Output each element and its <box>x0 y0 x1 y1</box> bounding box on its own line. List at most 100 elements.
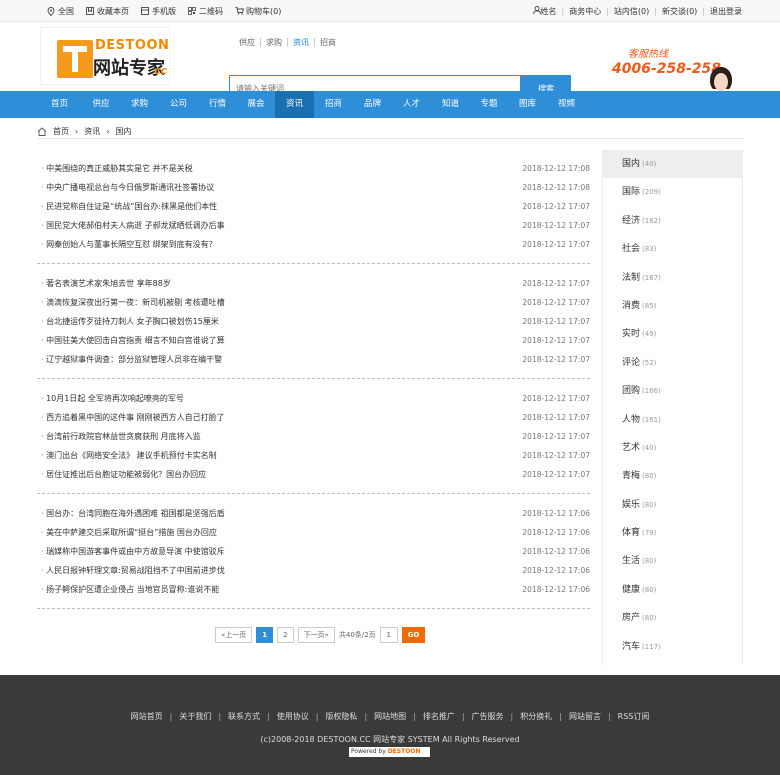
footer-link[interactable]: 版权隐私 <box>325 712 357 721</box>
nav-company[interactable]: 公司 <box>159 91 198 118</box>
nav-supply[interactable]: 供应 <box>82 91 120 118</box>
go-button[interactable]: GO <box>401 627 426 643</box>
news-title-link[interactable]: 人民日报钟轩理文章:贸易战阻挡不了中国前进步伐 <box>41 565 225 576</box>
nav-buy[interactable]: 求购 <box>120 91 159 118</box>
footer-link[interactable]: 网站首页 <box>131 712 163 721</box>
news-title-link[interactable]: 居住证推出后台胞证功能被弱化？国台办回应 <box>41 469 206 480</box>
news-title-link[interactable]: 国民党大佬郝伯村夫人病逝 子郝龙斌晒低调办后事 <box>41 220 225 231</box>
nav-know[interactable]: 知道 <box>431 91 470 118</box>
sidebar-item[interactable]: 生活 (80) <box>603 547 742 575</box>
sidebar-item[interactable]: 实时 (49) <box>603 320 742 348</box>
footer-link[interactable]: 积分换礼 <box>520 712 552 721</box>
list-item[interactable]: 台湾前行政院官林益世贪腐获刑 月底将入监 2018-12-12 17:07 <box>37 427 590 446</box>
news-title-link[interactable]: 美在中萨建交后采取所谓“挺台”措施 国台办回应 <box>41 527 217 538</box>
sidebar-item[interactable]: 国内 (40) <box>603 150 742 179</box>
news-title-link[interactable]: 中美围绕的真正威胁其实是它 并不是关税 <box>41 163 193 174</box>
news-title-link[interactable]: 西方追着黑中国的这件事 刚刚被西方人自己打脸了 <box>41 412 225 423</box>
sidebar-item[interactable]: 团购 (166) <box>603 377 742 405</box>
mobile-link[interactable]: 手机版 <box>141 6 176 17</box>
page-1-button[interactable]: 1 <box>256 627 274 643</box>
list-item[interactable]: 网秦创始人与董事长隔空互怼 绑架到底有没有？ 2018-12-12 17:07 <box>37 235 590 254</box>
inbox-link[interactable]: 站内信(0) <box>614 6 649 17</box>
nav-special[interactable]: 专题 <box>470 91 508 118</box>
list-item[interactable]: 国民党大佬郝伯村夫人病逝 子郝龙斌晒低调办后事 2018-12-12 17:07 <box>37 216 590 235</box>
list-item[interactable]: 瑞媒称中国游客事件或由中方故意导演 中使馆驳斥 2018-12-12 17:06 <box>37 542 590 561</box>
breadcrumb-home[interactable]: 首页 <box>53 126 69 137</box>
sidebar-item[interactable]: 健康 (80) <box>603 576 742 604</box>
nav-brand[interactable]: 品牌 <box>353 91 392 118</box>
search-tab-invest[interactable]: 招商 <box>315 38 341 47</box>
nav-home[interactable]: 首页 <box>37 91 82 118</box>
sidebar-item[interactable]: 艺术 (40) <box>603 434 742 462</box>
sidebar-item[interactable]: 国际 (209) <box>603 178 742 206</box>
next-page-button[interactable]: 下一页» <box>297 627 335 643</box>
list-item[interactable]: 居住证推出后台胞证功能被弱化？国台办回应 2018-12-12 17:07 <box>37 465 590 484</box>
breadcrumb-current[interactable]: 国内 <box>115 126 131 137</box>
bookmark-link[interactable]: 收藏本页 <box>86 6 129 17</box>
nav-photo[interactable]: 图库 <box>508 91 547 118</box>
list-item[interactable]: 人民日报钟轩理文章:贸易战阻挡不了中国前进步伐 2018-12-12 17:06 <box>37 561 590 580</box>
news-title-link[interactable]: 中国驻美大使回击白宫指责 细言不知白宫谁说了算 <box>41 335 225 346</box>
sidebar-item[interactable]: 消费 (85) <box>603 292 742 320</box>
sidebar-item[interactable]: 房产 (80) <box>603 604 742 632</box>
list-item[interactable]: 滴滴恢复深夜出行第一夜：新司机被剔 考核遭吐槽 2018-12-12 17:07 <box>37 293 590 312</box>
list-item[interactable]: 扬子鳄保护区遭企业侵占 当地官员冒称:谁说不能 2018-12-12 17:06 <box>37 580 590 599</box>
prev-page-button[interactable]: «上一页 <box>215 627 253 643</box>
list-item[interactable]: 中央广播电视总台与今日俄罗斯通讯社签署协议 2018-12-12 17:08 <box>37 178 590 197</box>
list-item[interactable]: 澳门出台《网络安全法》 建议手机预付卡实名制 2018-12-12 17:07 <box>37 446 590 465</box>
footer-link[interactable]: 网站留言 <box>569 712 601 721</box>
nav-jobs[interactable]: 人才 <box>392 91 431 118</box>
nav-expo[interactable]: 展会 <box>237 91 275 118</box>
search-tab-news[interactable]: 资讯 <box>288 38 315 47</box>
news-title-link[interactable]: 国台办：台湾同胞在海外遇困难 祖国都是坚强后盾 <box>41 508 225 519</box>
sidebar-item[interactable]: 人物 (161) <box>603 406 742 434</box>
sidebar-item[interactable]: 经济 (162) <box>603 207 742 235</box>
news-title-link[interactable]: 扬子鳄保护区遭企业侵占 当地官员冒称:谁说不能 <box>41 584 219 595</box>
search-tab-buy[interactable]: 求购 <box>261 38 288 47</box>
sidebar-item[interactable]: 娱乐 (80) <box>603 491 742 519</box>
chat-link[interactable]: 新交谈(0) <box>662 6 697 17</box>
sidebar-item[interactable]: 社会 (83) <box>603 235 742 263</box>
list-item[interactable]: 辽宁越狱事件调查：部分监狱管理人员非在编干警 2018-12-12 17:07 <box>37 350 590 369</box>
news-title-link[interactable]: 辽宁越狱事件调查：部分监狱管理人员非在编干警 <box>41 354 222 365</box>
news-title-link[interactable]: 澳门出台《网络安全法》 建议手机预付卡实名制 <box>41 450 217 461</box>
list-item[interactable]: 美在中萨建交后采取所谓“挺台”措施 国台办回应 2018-12-12 17:06 <box>37 523 590 542</box>
list-item[interactable]: 著名表演艺术家朱旭去世 享年88岁 2018-12-12 17:07 <box>37 274 590 293</box>
list-item[interactable]: 民进党称自住证是“统战”国台办:抹黑是他们本性 2018-12-12 17:07 <box>37 197 590 216</box>
news-title-link[interactable]: 瑞媒称中国游客事件或由中方故意导演 中使馆驳斥 <box>41 546 225 557</box>
sidebar-item[interactable]: 青梅 (80) <box>603 462 742 490</box>
breadcrumb-news[interactable]: 资讯 <box>84 126 100 137</box>
footer-link[interactable]: 网站地图 <box>374 712 406 721</box>
footer-link[interactable]: 使用协议 <box>277 712 309 721</box>
page-jump-input[interactable]: 1 <box>379 627 398 643</box>
footer-link[interactable]: 广告服务 <box>472 712 504 721</box>
list-item[interactable]: 国台办：台湾同胞在海外遇困难 祖国都是坚强后盾 2018-12-12 17:06 <box>37 504 590 523</box>
news-title-link[interactable]: 台北捷运传歹徒持刀刺人 女子胸口被划伤15厘米 <box>41 316 219 327</box>
sidebar-item[interactable]: 评论 (52) <box>603 349 742 377</box>
news-title-link[interactable]: 著名表演艺术家朱旭去世 享年88岁 <box>41 278 171 289</box>
business-center-link[interactable]: 商务中心 <box>569 6 601 17</box>
logout-link[interactable]: 退出登录 <box>710 6 742 17</box>
nav-news[interactable]: 资讯 <box>275 91 314 118</box>
news-title-link[interactable]: 网秦创始人与董事长隔空互怼 绑架到底有没有？ <box>41 239 217 250</box>
list-item[interactable]: 中美围绕的真正威胁其实是它 并不是关税 2018-12-12 17:08 <box>37 159 590 178</box>
news-title-link[interactable]: 民进党称自住证是“统战”国台办:抹黑是他们本性 <box>41 201 217 212</box>
page-2-button[interactable]: 2 <box>277 627 294 643</box>
nav-market[interactable]: 行情 <box>198 91 237 118</box>
username-link[interactable]: 姓名 <box>541 6 557 17</box>
footer-link[interactable]: 排名推广 <box>423 712 455 721</box>
sidebar-item[interactable]: 体育 (79) <box>603 519 742 547</box>
news-title-link[interactable]: 台湾前行政院官林益世贪腐获刑 月底将入监 <box>41 431 201 442</box>
list-item[interactable]: 10月1日起 全军将再次响起嘹亮的军号 2018-12-12 17:07 <box>37 389 590 408</box>
powered-by-badge[interactable]: Powered by DESTOON <box>349 747 430 757</box>
news-title-link[interactable]: 中央广播电视总台与今日俄罗斯通讯社签署协议 <box>41 182 214 193</box>
footer-link[interactable]: RSS订阅 <box>618 712 650 721</box>
search-tab-supply[interactable]: 供应 <box>234 38 261 47</box>
sidebar-item[interactable]: 法制 (167) <box>603 264 742 292</box>
footer-link[interactable]: 联系方式 <box>228 712 260 721</box>
news-title-link[interactable]: 滴滴恢复深夜出行第一夜：新司机被剔 考核遭吐槽 <box>41 297 225 308</box>
cart-link[interactable]: 购物车(0) <box>235 6 281 17</box>
news-title-link[interactable]: 10月1日起 全军将再次响起嘹亮的军号 <box>41 393 184 404</box>
site-logo[interactable]: DESTOON 网站专家 cc <box>40 27 170 85</box>
list-item[interactable]: 台北捷运传歹徒持刀刺人 女子胸口被划伤15厘米 2018-12-12 17:07 <box>37 312 590 331</box>
